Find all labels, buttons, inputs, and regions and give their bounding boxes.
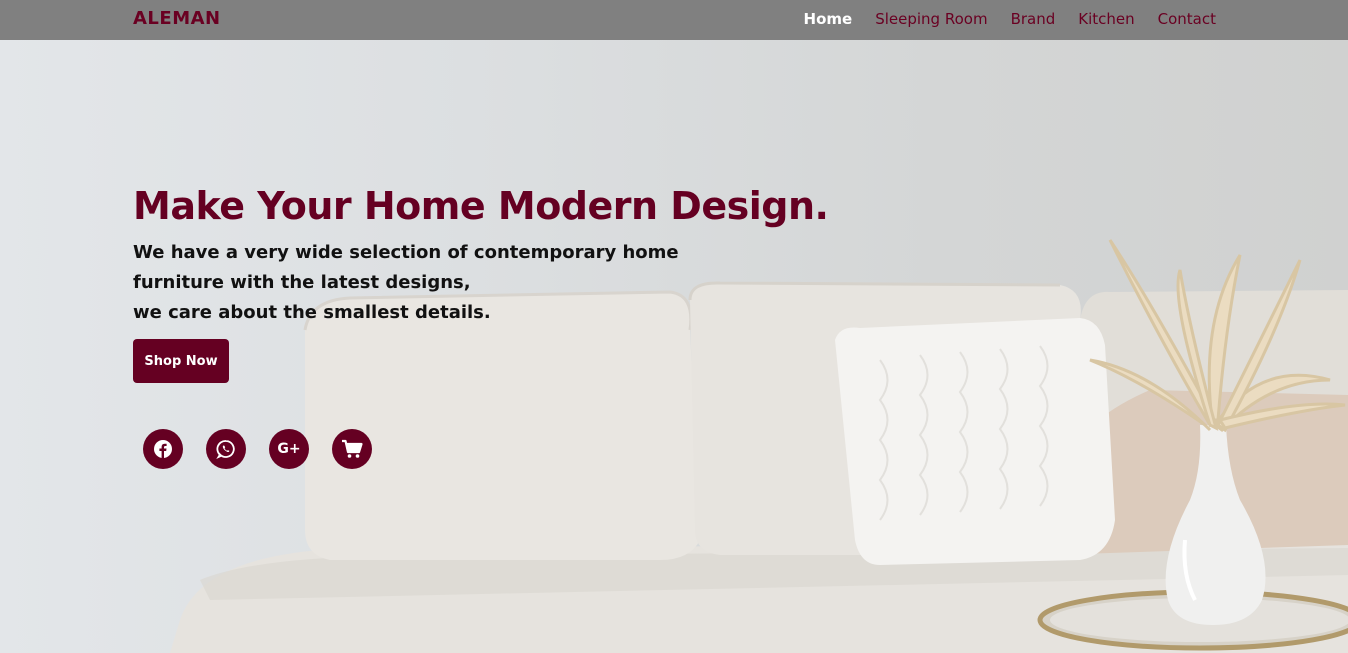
nav-link-sleeping-room[interactable]: Sleeping Room — [875, 10, 987, 28]
cart-button[interactable] — [332, 429, 372, 469]
google-plus-button[interactable]: G+ — [269, 429, 309, 469]
hero-description-line-3: we care about the smallest details. — [133, 302, 491, 323]
hero-title: Make Your Home Modern Design. — [133, 184, 829, 228]
nav-link-home[interactable]: Home — [804, 10, 853, 28]
facebook-button[interactable] — [143, 429, 183, 469]
hero-description: We have a very wide selection of contemp… — [133, 238, 713, 328]
top-navbar: ALEMAN Home Sleeping Room Brand Kitchen … — [0, 0, 1348, 40]
nav-link-contact[interactable]: Contact — [1158, 10, 1216, 28]
shop-now-button[interactable]: Shop Now — [133, 339, 229, 383]
facebook-icon — [154, 440, 172, 458]
nav-link-kitchen[interactable]: Kitchen — [1078, 10, 1134, 28]
hero-description-line-2: furniture with the latest designs, — [133, 272, 471, 293]
whatsapp-button[interactable] — [206, 429, 246, 469]
nav-link-brand[interactable]: Brand — [1011, 10, 1056, 28]
google-plus-icon: G+ — [277, 441, 301, 457]
brand-logo[interactable]: ALEMAN — [133, 8, 221, 29]
whatsapp-icon — [216, 440, 235, 459]
nav-links: Home Sleeping Room Brand Kitchen Contact — [804, 10, 1216, 28]
hero-description-line-1: We have a very wide selection of contemp… — [133, 242, 679, 263]
social-links: G+ — [143, 429, 372, 469]
cart-icon — [342, 439, 363, 458]
